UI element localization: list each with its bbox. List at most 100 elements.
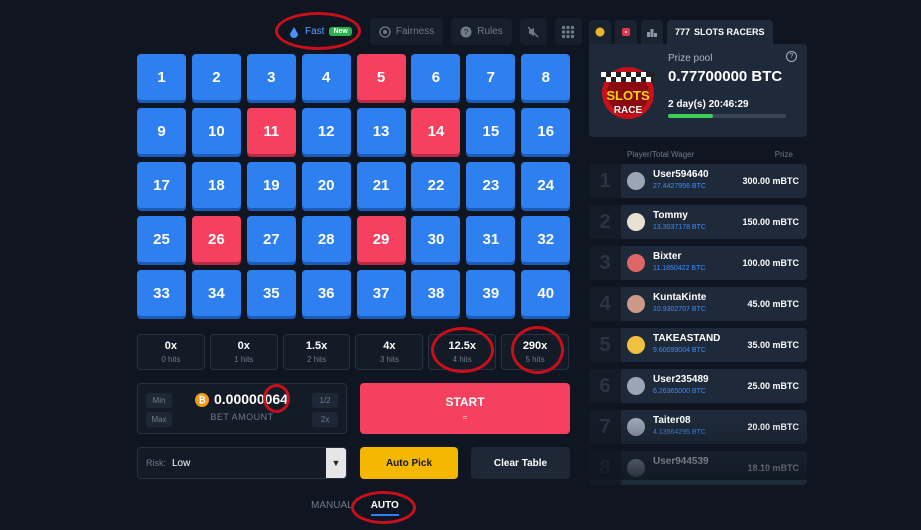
player-wager: 11.1850422 BTC <box>653 265 706 272</box>
keno-cell[interactable]: 17 <box>137 162 186 208</box>
avatar <box>627 336 645 354</box>
logo-text-race: RACE <box>614 105 643 116</box>
layout-grid-button[interactable] <box>554 18 582 45</box>
keno-cell[interactable]: 12 <box>301 108 351 154</box>
keno-cell[interactable]: 9 <box>137 108 186 154</box>
sound-muted-icon <box>527 26 539 37</box>
keno-cell[interactable]: 3 <box>246 54 296 100</box>
keno-cell[interactable]: 39 <box>466 270 516 316</box>
drop-icon <box>290 26 298 38</box>
keno-cell[interactable]: 38 <box>411 270 461 316</box>
keno-cell[interactable]: 37 <box>356 270 406 316</box>
player-prize: 18.10 mBTC <box>747 463 799 473</box>
player-name: User594640 <box>653 169 709 180</box>
keno-cell[interactable]: 10 <box>191 108 241 154</box>
keno-cell[interactable]: 23 <box>466 162 516 208</box>
keno-cell[interactable]: 22 <box>411 162 461 208</box>
keno-cell[interactable]: 11 <box>246 108 296 154</box>
multiplier-value: 12.5x <box>448 340 476 352</box>
player-name: Bixter <box>653 251 682 262</box>
slots-race-logo: SLOTS RACE <box>601 67 655 119</box>
keno-cell[interactable]: 4 <box>301 54 351 100</box>
tab-podium[interactable] <box>641 20 663 44</box>
tab-coin-race[interactable] <box>589 20 611 44</box>
keno-cell[interactable]: 6 <box>411 54 461 100</box>
keno-cell[interactable]: 14 <box>411 108 461 154</box>
rules-label: Rules <box>477 26 503 37</box>
bet-amount-input[interactable]: 0.00000064 <box>214 391 288 407</box>
multiplier-hits: 3 hits <box>379 355 399 364</box>
keno-cell[interactable]: 18 <box>191 162 241 208</box>
player-wager: 10.9302707 BTC <box>653 306 706 313</box>
tab-dice-race[interactable] <box>615 20 637 44</box>
keno-cell[interactable]: 24 <box>521 162 571 208</box>
keno-cell[interactable]: 21 <box>356 162 406 208</box>
keno-cell[interactable]: 28 <box>301 216 351 262</box>
player-name: User944539 <box>653 456 709 467</box>
player-prize: 20.00 mBTC <box>747 422 799 432</box>
multiplier-box: 1.5x 2 hits <box>282 334 351 370</box>
keno-cell[interactable]: 31 <box>466 216 516 262</box>
player-name: Taiter08 <box>653 415 691 426</box>
help-icon[interactable]: ? <box>786 51 797 62</box>
bitcoin-icon: ₿ <box>195 393 209 407</box>
tab-manual[interactable]: MANUAL <box>311 500 353 516</box>
dice-icon <box>622 28 630 36</box>
keno-cell[interactable]: 15 <box>466 108 516 154</box>
keno-cell[interactable]: 2 <box>191 54 241 100</box>
keno-cell[interactable]: 30 <box>411 216 461 262</box>
keno-cell[interactable]: 20 <box>301 162 351 208</box>
keno-cell[interactable]: 19 <box>246 162 296 208</box>
player-name: User235489 <box>653 374 709 385</box>
col-prize: Prize <box>774 150 793 159</box>
risk-value: Low <box>172 457 191 469</box>
start-sublabel: = <box>462 413 468 422</box>
start-button[interactable]: START = <box>360 383 570 434</box>
chevron-down-icon[interactable]: ▼ <box>326 448 346 478</box>
keno-cell[interactable]: 5 <box>356 54 406 100</box>
tab-slots-racers[interactable]: 777 SLOTS RACERS <box>667 20 773 44</box>
keno-cell[interactable]: 25 <box>137 216 186 262</box>
fairness-button[interactable]: Fairness <box>369 18 444 45</box>
keno-cell[interactable]: 1 <box>137 54 186 100</box>
keno-cell[interactable]: 7 <box>466 54 516 100</box>
keno-cell[interactable]: 32 <box>521 216 571 262</box>
sound-toggle-button[interactable] <box>519 18 547 45</box>
multiplier-value: 4x <box>383 340 396 352</box>
keno-cell[interactable]: 26 <box>191 216 241 262</box>
clear-table-button[interactable]: Clear Table <box>471 447 570 479</box>
min-bet-button[interactable]: Min <box>146 393 172 408</box>
row-body: Taiter08 4.13564295 BTC 20.00 mBTC <box>621 410 807 444</box>
prize-pool-value: 0.77700000 BTC <box>668 68 783 85</box>
keno-cell[interactable]: 34 <box>191 270 241 316</box>
tab-auto[interactable]: AUTO <box>370 500 399 516</box>
rules-button[interactable]: ? Rules <box>451 18 512 45</box>
keno-cell[interactable]: 35 <box>246 270 296 316</box>
keno-cell[interactable]: 27 <box>246 216 296 262</box>
double-bet-button[interactable]: 2x <box>312 412 338 427</box>
multiplier-box: 0x 0 hits <box>137 334 205 370</box>
race-tabs: 777 SLOTS RACERS <box>589 20 773 44</box>
fast-mode-button[interactable]: Fast New <box>278 18 362 45</box>
slots-racers-label: SLOTS RACERS <box>694 27 765 37</box>
mode-tabs: MANUAL AUTO <box>311 500 399 516</box>
multiplier-value: 1.5x <box>305 340 328 352</box>
player-wager: 27.4427956 BTC <box>653 183 706 190</box>
payout-multipliers: 0x 0 hits 0x 1 hits 1.5x 2 hits 4x 3 hits 12.5x 4… <box>137 334 569 370</box>
leaderboard-row: 7 Taiter08 4.13564295 BTC 20.00 mBTC <box>589 410 807 444</box>
auto-pick-button[interactable]: Auto Pick <box>360 447 458 479</box>
risk-select[interactable]: Risk: Low ▼ <box>137 447 347 479</box>
keno-cell[interactable]: 36 <box>301 270 351 316</box>
keno-cell[interactable]: 13 <box>356 108 406 154</box>
keno-cell[interactable]: 8 <box>521 54 571 100</box>
keno-cell[interactable]: 29 <box>356 216 406 262</box>
keno-cell[interactable]: 40 <box>521 270 571 316</box>
keno-cell[interactable]: 33 <box>137 270 186 316</box>
rank-number: 4 <box>589 287 621 321</box>
keno-cell[interactable]: 16 <box>521 108 571 154</box>
rank-number: 6 <box>589 369 621 403</box>
half-bet-button[interactable]: 1/2 <box>312 393 338 408</box>
rank-number: 5 <box>589 328 621 362</box>
avatar <box>627 459 645 477</box>
coin-icon <box>595 27 605 37</box>
